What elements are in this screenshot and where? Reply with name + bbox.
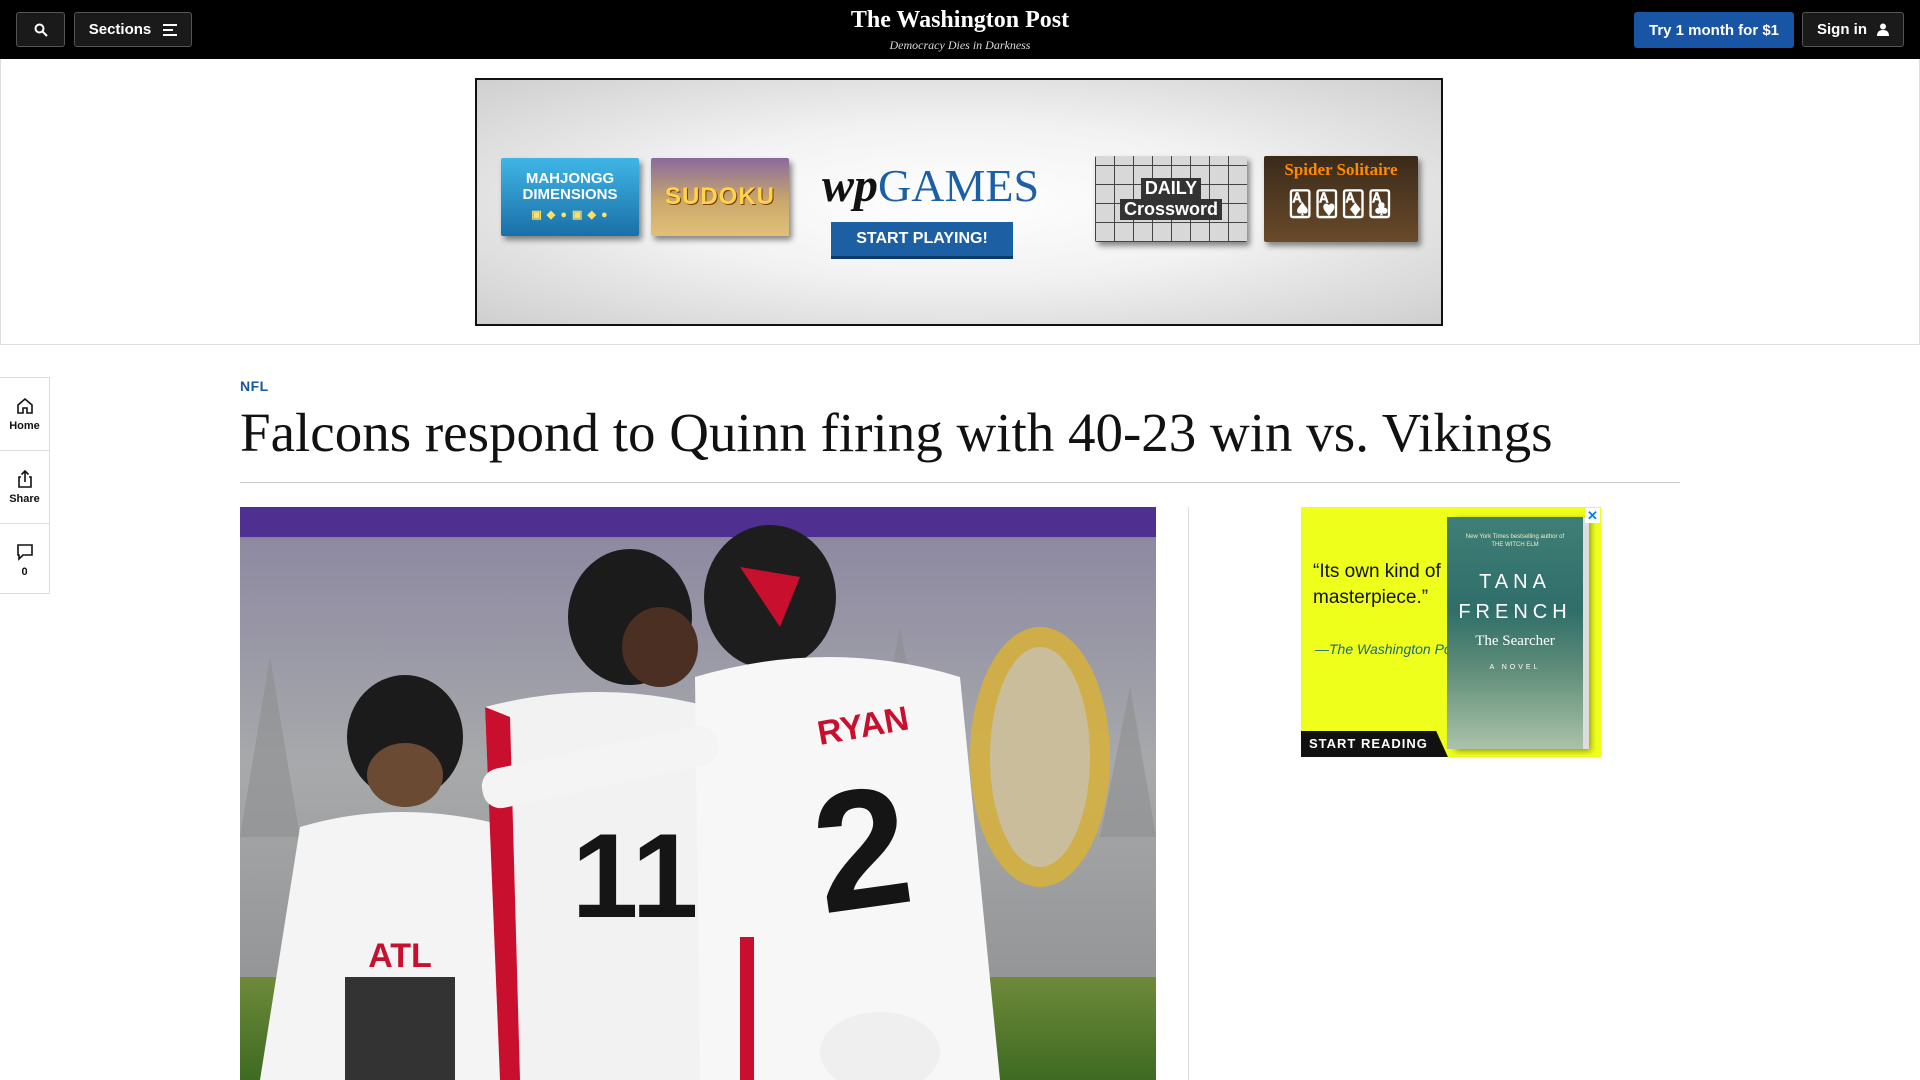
crossword-label-daily: DAILY bbox=[1140, 178, 1202, 199]
games-ad-banner[interactable]: MAHJONGG DIMENSIONS ▣ ◆ ● ▣ ◆ ● SUDOKU w… bbox=[475, 78, 1443, 326]
share-button[interactable]: Share bbox=[0, 451, 49, 524]
home-icon bbox=[16, 397, 33, 414]
book-novel-label: A NOVEL bbox=[1489, 664, 1541, 671]
subscribe-button[interactable]: Try 1 month for $1 bbox=[1634, 12, 1794, 48]
book-cover: New York Times bestselling author of THE… bbox=[1447, 517, 1583, 749]
column-divider bbox=[1188, 507, 1189, 1080]
sections-menu-button[interactable]: Sections bbox=[74, 12, 192, 47]
mahjong-tiles-icon: ▣ ◆ ● ▣ ◆ ● bbox=[531, 209, 609, 221]
comment-count: 0 bbox=[21, 566, 28, 578]
crossword-label-crossword: Crossword bbox=[1119, 199, 1223, 220]
search-button[interactable] bbox=[16, 12, 65, 47]
book-ad[interactable]: “Its own kind of masterpiece.” —The Wash… bbox=[1301, 507, 1601, 757]
user-icon bbox=[1877, 23, 1889, 36]
wp-monogram: wp bbox=[822, 159, 879, 212]
ad-attribution: —The Washington Post bbox=[1315, 641, 1463, 657]
spider-solitaire-tile[interactable]: Spider Solitaire 🂡🂱🃁🃑 bbox=[1264, 156, 1418, 242]
hamburger-menu-icon bbox=[163, 23, 178, 36]
share-label: Share bbox=[9, 493, 40, 505]
mahjongg-tile[interactable]: MAHJONGG DIMENSIONS ▣ ◆ ● ▣ ◆ ● bbox=[501, 158, 639, 236]
masthead-logo[interactable]: The Washington Post Democracy Dies in Da… bbox=[760, 6, 1160, 53]
sign-in-button[interactable]: Sign in bbox=[1802, 12, 1904, 47]
book-author: TANA FRENCH bbox=[1458, 571, 1572, 623]
jersey-11-number: 11 bbox=[572, 809, 699, 943]
mahjongg-label: MAHJONGG DIMENSIONS bbox=[522, 170, 618, 203]
cover-blurb: New York Times bestselling author of THE… bbox=[1465, 534, 1565, 548]
book-title: The Searcher bbox=[1475, 633, 1555, 649]
article-headline: Falcons respond to Quinn firing with 40-… bbox=[240, 402, 1553, 463]
start-playing-button[interactable]: START PLAYING! bbox=[831, 222, 1013, 259]
ad-quote: “Its own kind of masterpiece.” bbox=[1313, 561, 1441, 608]
ad-close-icon[interactable]: ✕ bbox=[1585, 508, 1600, 523]
football-players-photo: ATL 11 RYAN 2 bbox=[240, 507, 1156, 1080]
wp-games-logo[interactable]: wpGAMES START PLAYING! bbox=[822, 159, 1039, 259]
left-action-rail: Home Share 0 bbox=[0, 377, 50, 594]
site-tagline: Democracy Dies in Darkness bbox=[889, 38, 1031, 52]
share-icon bbox=[17, 469, 32, 488]
comments-button[interactable]: 0 bbox=[0, 524, 49, 596]
spider-solitaire-label: Spider Solitaire bbox=[1284, 160, 1398, 179]
crossword-tile[interactable]: DAILY Crossword bbox=[1095, 156, 1247, 242]
search-icon bbox=[34, 23, 48, 37]
home-label: Home bbox=[9, 420, 40, 432]
sudoku-tile[interactable]: SUDOKU bbox=[651, 158, 789, 236]
start-reading-button[interactable]: START READING bbox=[1301, 731, 1448, 757]
sudoku-label: SUDOKU bbox=[664, 183, 775, 210]
playing-cards-icon: 🂡🂱🃁🃑 bbox=[1287, 191, 1395, 218]
lead-photo[interactable]: ATL 11 RYAN 2 bbox=[240, 507, 1156, 1080]
sign-in-label: Sign in bbox=[1817, 21, 1867, 38]
section-kicker[interactable]: NFL bbox=[240, 378, 269, 394]
wp-games-wordmark: wpGAMES bbox=[822, 159, 1039, 212]
sections-label: Sections bbox=[88, 21, 152, 38]
comment-icon bbox=[16, 544, 33, 561]
site-title: The Washington Post bbox=[850, 7, 1070, 33]
headline-divider bbox=[240, 482, 1680, 483]
top-navigation-bar: Sections The Washington Post Democracy D… bbox=[0, 0, 1920, 59]
jersey-atl-text: ATL bbox=[368, 937, 432, 975]
games-word: GAMES bbox=[878, 160, 1040, 211]
home-button[interactable]: Home bbox=[0, 378, 49, 451]
